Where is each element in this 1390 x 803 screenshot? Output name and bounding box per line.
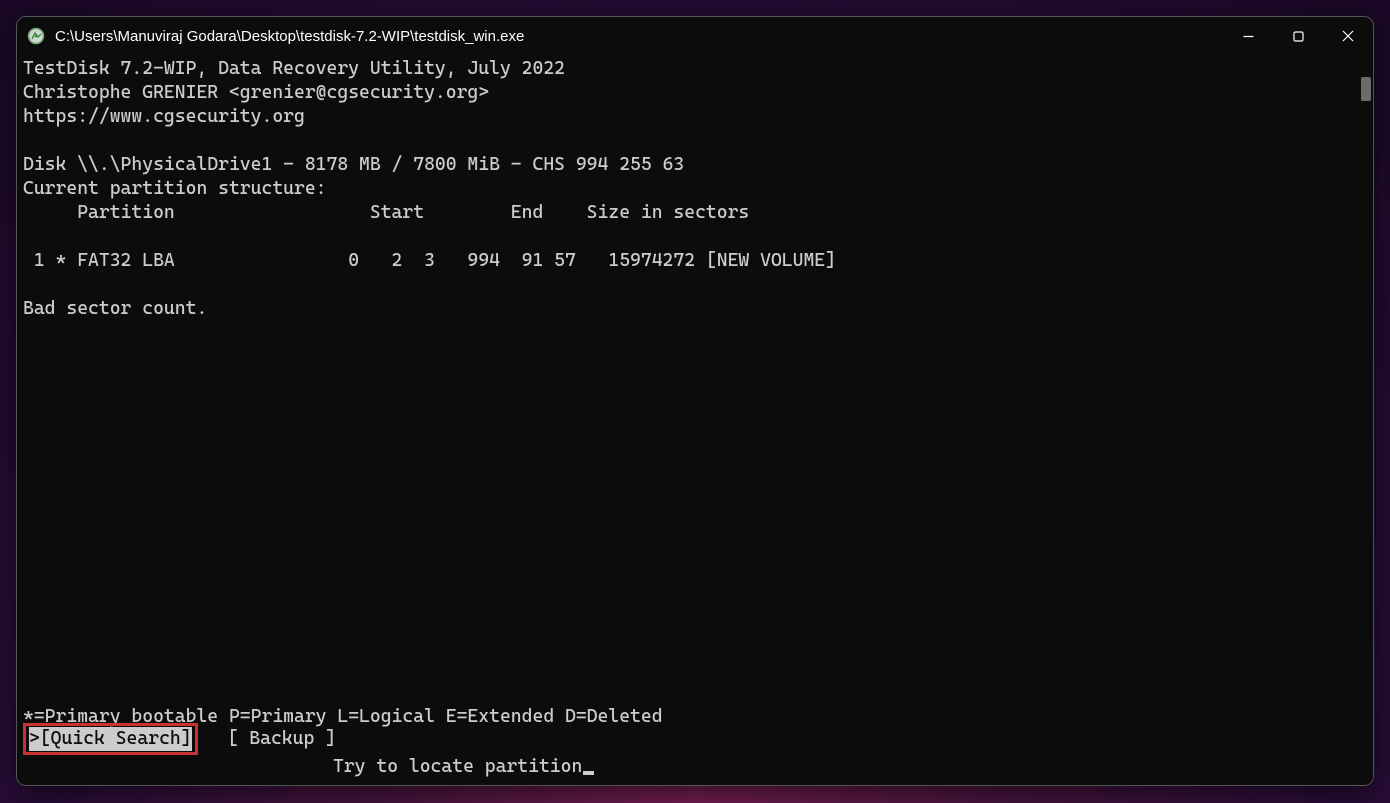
hint-row: Try to locate partition xyxy=(23,755,1367,779)
menu-quick-search[interactable]: >[Quick Search] xyxy=(29,727,192,751)
app-window: C:\Users\Manuviraj Godara\Desktop\testdi… xyxy=(16,16,1374,786)
menu-row: >[Quick Search] [ Backup ] xyxy=(23,723,336,755)
hint-text: Try to locate partition xyxy=(333,755,582,779)
terminal-output: TestDisk 7.2-WIP, Data Recovery Utility,… xyxy=(23,57,1367,321)
status-message: Bad sector count. xyxy=(23,298,207,319)
terminal-area[interactable]: TestDisk 7.2-WIP, Data Recovery Utility,… xyxy=(17,55,1373,785)
cursor xyxy=(583,771,594,775)
header-line-1: TestDisk 7.2-WIP, Data Recovery Utility,… xyxy=(23,58,565,79)
partition-row: 1 * FAT32 LBA 0 2 3 994 91 57 15974272 [… xyxy=(23,250,836,271)
close-button[interactable] xyxy=(1323,17,1373,55)
quick-search-highlight: >[Quick Search] xyxy=(23,723,198,755)
header-line-3: https://www.cgsecurity.org xyxy=(23,106,305,127)
header-line-2: Christophe GRENIER <grenier@cgsecurity.o… xyxy=(23,82,489,103)
window-title: C:\Users\Manuviraj Godara\Desktop\testdi… xyxy=(55,28,1223,45)
structure-label: Current partition structure: xyxy=(23,178,327,199)
window-controls xyxy=(1223,17,1373,55)
disk-info: Disk \\.\PhysicalDrive1 - 8178 MB / 7800… xyxy=(23,154,684,175)
titlebar[interactable]: C:\Users\Manuviraj Godara\Desktop\testdi… xyxy=(17,17,1373,55)
columns-header: Partition Start End Size in sectors xyxy=(23,202,749,223)
maximize-button[interactable] xyxy=(1273,17,1323,55)
scrollbar-thumb[interactable] xyxy=(1361,77,1371,101)
app-icon xyxy=(27,27,45,45)
menu-backup[interactable]: [ Backup ] xyxy=(228,727,336,751)
minimize-button[interactable] xyxy=(1223,17,1273,55)
